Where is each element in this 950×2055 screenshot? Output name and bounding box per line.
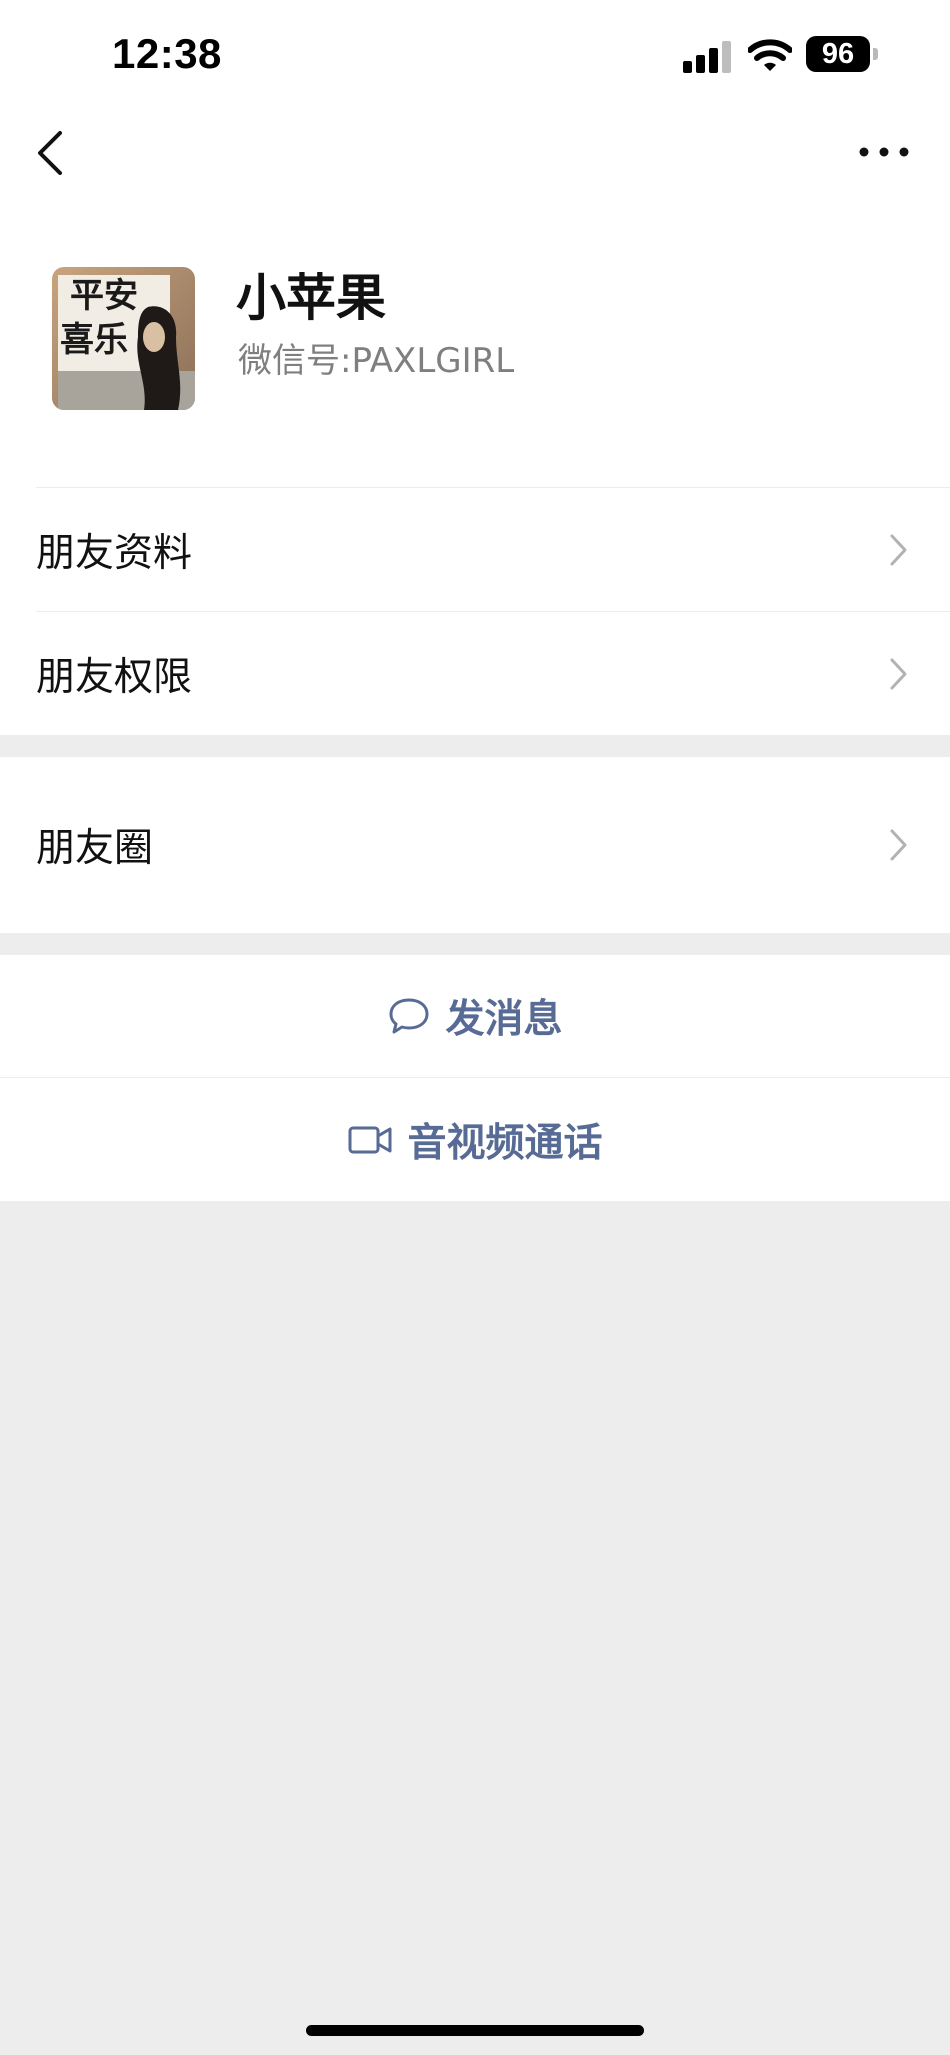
wifi-icon: [748, 39, 792, 71]
friend-info-row[interactable]: 朋友资料: [0, 489, 950, 611]
av-call-button[interactable]: 音视频通话: [0, 1079, 950, 1201]
profile-header-area: 12:38 96 平安 喜乐 小苹果 微信号:PAXLGIRL 朋友资料 朋友权…: [0, 0, 950, 735]
video-camera-icon: [348, 1126, 392, 1154]
chevron-right-icon: [890, 534, 907, 566]
home-indicator[interactable]: [306, 2025, 644, 2036]
status-time: 12:38: [112, 30, 222, 77]
chevron-right-icon: [890, 829, 907, 861]
svg-text:平安: 平安: [70, 276, 138, 316]
moments-section: 朋友圈: [0, 757, 950, 933]
avatar[interactable]: 平安 喜乐: [52, 267, 195, 410]
contact-name: 小苹果: [236, 269, 386, 327]
contact-profile-screen: 12:38 96 平安 喜乐 小苹果 微信号:PAXLGIRL 朋友资料 朋友权…: [0, 0, 950, 2055]
chat-bubble-icon: [389, 998, 429, 1034]
wechat-id: 微信号:PAXLGIRL: [238, 341, 515, 381]
divider: [36, 611, 950, 612]
back-button[interactable]: [28, 125, 76, 181]
more-options-button[interactable]: [856, 132, 912, 172]
send-message-label: 发消息: [445, 997, 563, 1042]
svg-text:喜乐: 喜乐: [60, 320, 128, 360]
battery-cap: [873, 48, 878, 60]
battery-indicator: 96: [806, 36, 870, 72]
moments-label: 朋友圈: [36, 826, 154, 871]
divider: [36, 487, 950, 488]
actions-section: 发消息 音视频通话: [0, 955, 950, 1201]
av-call-label: 音视频通话: [407, 1121, 603, 1166]
friend-info-label: 朋友资料: [36, 531, 193, 576]
divider: [0, 1077, 950, 1078]
send-message-button[interactable]: 发消息: [0, 955, 950, 1077]
moments-row[interactable]: 朋友圈: [0, 757, 950, 933]
friend-permissions-row[interactable]: 朋友权限: [0, 613, 950, 735]
cellular-signal-icon: [683, 41, 731, 73]
friend-permissions-label: 朋友权限: [36, 655, 193, 700]
chevron-right-icon: [890, 658, 907, 690]
